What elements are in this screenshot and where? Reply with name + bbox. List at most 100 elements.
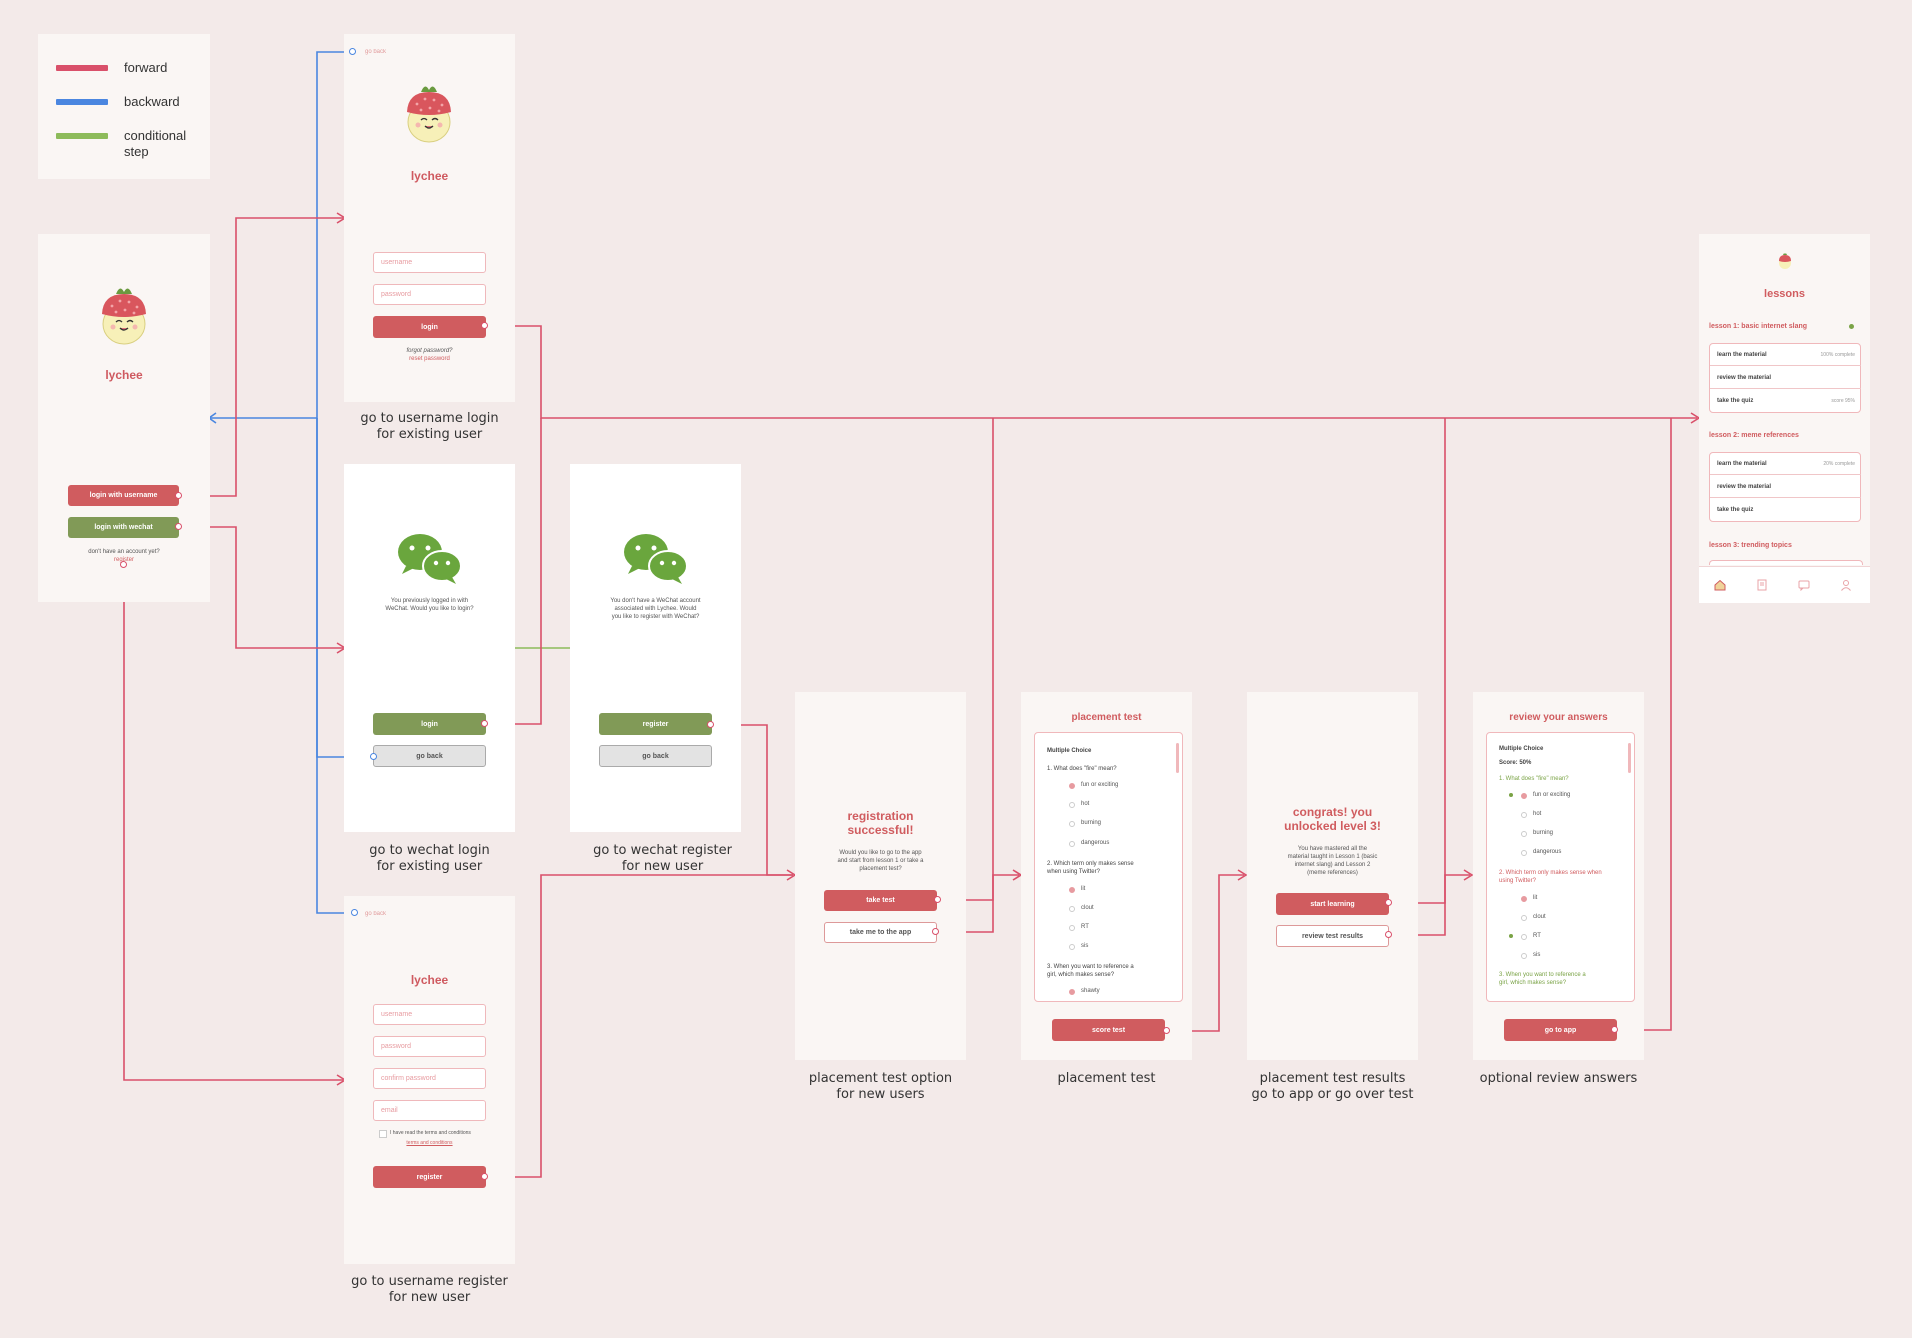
profile-icon[interactable] <box>1840 579 1852 591</box>
placement-q1-opt-b: hot <box>1081 801 1090 807</box>
register-password-input[interactable]: password <box>373 1036 486 1057</box>
radio-q2-c[interactable] <box>1069 925 1075 931</box>
placement-test-panel: Multiple Choice 1. What does "fire" mean… <box>1034 732 1183 1002</box>
login-with-username-button[interactable]: login with username <box>68 485 179 506</box>
wechat-login-button[interactable]: login <box>373 713 486 735</box>
lesson3-title[interactable]: lesson 3: trending topics <box>1709 542 1792 549</box>
register-button[interactable]: register <box>373 1166 486 1188</box>
lesson1-title[interactable]: lesson 1: basic internet slang <box>1709 323 1807 330</box>
fwd-login-lessons <box>485 325 1697 419</box>
wechat-login-go-back-button[interactable]: go back <box>373 745 486 767</box>
radio-q1-b[interactable] <box>1069 802 1075 808</box>
welcome-screen: lychee login with username login with we… <box>38 234 210 602</box>
lesson2-review-label: review the material <box>1717 484 1772 490</box>
correct-check-icon <box>1509 793 1513 797</box>
legend-forward-label: forward <box>124 60 168 75</box>
scrollbar[interactable] <box>1628 743 1631 773</box>
results-message: You have mastered all the material taugh… <box>1287 846 1378 876</box>
chat-icon[interactable] <box>1798 579 1810 591</box>
wechat-register-go-back-button[interactable]: go back <box>599 745 712 767</box>
login-button[interactable]: login <box>373 316 486 338</box>
lesson2-title[interactable]: lesson 2: meme references <box>1709 432 1799 439</box>
review-q1-opt-b: hot <box>1533 811 1542 817</box>
review-q2-opt-b: clout <box>1533 914 1546 920</box>
radio-q1-a[interactable] <box>1069 783 1075 789</box>
lesson1-quiz-label: take the quiz <box>1717 398 1754 404</box>
register-brand: lychee <box>410 973 449 987</box>
review-score: Score: 50% <box>1499 760 1532 766</box>
register-go-back-link[interactable]: go back <box>365 910 386 918</box>
lesson2-row-review[interactable]: review the material <box>1710 476 1861 498</box>
registration-success-message: Would you like to go to the app and star… <box>837 850 924 872</box>
flow-connectors <box>123 51 1701 1178</box>
placement-q2-opt-a: lit <box>1081 886 1086 892</box>
home-icon[interactable] <box>1714 579 1726 591</box>
score-test-button[interactable]: score test <box>1052 1019 1165 1041</box>
review-section: Multiple Choice <box>1499 746 1544 752</box>
placement-q1: 1. What does "fire" mean? <box>1047 766 1117 772</box>
placement-section: Multiple Choice <box>1047 748 1092 754</box>
login-password-input[interactable]: password <box>373 284 486 305</box>
wechat-register-button[interactable]: register <box>599 713 712 735</box>
lychee-mascot-icon <box>102 288 146 345</box>
review-q1: 1. What does "fire" mean? <box>1499 776 1569 782</box>
lesson1-box: learn the material 100% complete review … <box>1709 343 1861 413</box>
lesson1-learn-status: 100% complete <box>1820 352 1855 358</box>
placement-q1-opt-c: burning <box>1081 820 1102 826</box>
book-icon[interactable] <box>1756 579 1768 591</box>
review-test-results-button[interactable]: review test results <box>1276 925 1389 947</box>
login-username-input[interactable]: username <box>373 252 486 273</box>
register-confirm-input[interactable]: confirm password <box>373 1068 486 1089</box>
lesson2-row-learn[interactable]: learn the material 20% complete <box>1710 453 1861 475</box>
terms-checkbox[interactable] <box>379 1130 387 1138</box>
test-results-screen: congrats! you unlocked level 3! You have… <box>1247 692 1418 1060</box>
radio-r2-a <box>1521 896 1527 902</box>
lesson1-row-learn[interactable]: learn the material 100% complete <box>1710 344 1861 366</box>
lesson1-row-review[interactable]: review the material <box>1710 367 1861 389</box>
review-q1-opt-c: burning <box>1533 830 1554 836</box>
radio-q1-c[interactable] <box>1069 821 1075 827</box>
connector-login-back <box>349 48 356 55</box>
correct-check-icon <box>1509 934 1513 938</box>
terms-link[interactable]: terms and conditions <box>344 1139 515 1147</box>
caption-username-login: go to username login for existing user <box>360 411 499 442</box>
fwd-register-success <box>485 874 793 1178</box>
legend-conditional-swatch <box>56 133 108 139</box>
lesson1-check-icon <box>1849 324 1854 329</box>
lessons-title: lessons <box>1764 288 1805 300</box>
register-username-input[interactable]: username <box>373 1004 486 1025</box>
lesson1-learn-label: learn the material <box>1717 352 1767 358</box>
lesson2-learn-label: learn the material <box>1717 461 1767 467</box>
lesson2-row-quiz[interactable]: take the quiz <box>1710 499 1861 521</box>
reset-password-link[interactable]: reset password <box>344 355 515 363</box>
review-answers-screen: review your answers Multiple Choice Scor… <box>1473 692 1644 1060</box>
radio-q3-a[interactable] <box>1069 989 1075 995</box>
wechat-register-message: You don't have a WeChat account associat… <box>610 598 701 620</box>
login-go-back-link[interactable]: go back <box>365 48 386 56</box>
welcome-brand: lychee <box>105 368 143 382</box>
review-q3: 3. When you want to reference a girl, wh… <box>1499 972 1586 986</box>
registration-success-title: registration successful! <box>847 809 914 837</box>
placement-q2-opt-d: sis <box>1081 943 1089 949</box>
caption-wechat-register: go to wechat register for new user <box>593 843 732 874</box>
placement-q1-opt-a: fun or exciting <box>1081 782 1119 788</box>
legend-backward-label: backward <box>124 94 180 109</box>
scrollbar[interactable] <box>1176 743 1179 773</box>
radio-q2-d[interactable] <box>1069 944 1075 950</box>
caption-placement-test: placement test <box>1057 1071 1156 1086</box>
go-to-app-button[interactable]: go to app <box>1504 1019 1617 1041</box>
lesson1-row-quiz[interactable]: take the quiz score 95% <box>1710 390 1861 412</box>
login-with-wechat-button[interactable]: login with wechat <box>68 517 179 538</box>
radio-q2-b[interactable] <box>1069 906 1075 912</box>
take-test-button[interactable]: take test <box>824 890 937 911</box>
results-title: congrats! you unlocked level 3! <box>1284 805 1381 833</box>
take-me-to-app-button[interactable]: take me to the app <box>824 922 937 943</box>
register-email-input[interactable]: email <box>373 1100 486 1121</box>
lesson3-box-edge <box>1709 560 1863 565</box>
radio-q1-d[interactable] <box>1069 841 1075 847</box>
connector-register-forward <box>481 1173 488 1180</box>
review-q1-opt-d: dangerous <box>1533 849 1562 855</box>
radio-q2-a[interactable] <box>1069 887 1075 893</box>
start-learning-button[interactable]: start learning <box>1276 893 1389 915</box>
connector-score <box>1163 1027 1170 1034</box>
